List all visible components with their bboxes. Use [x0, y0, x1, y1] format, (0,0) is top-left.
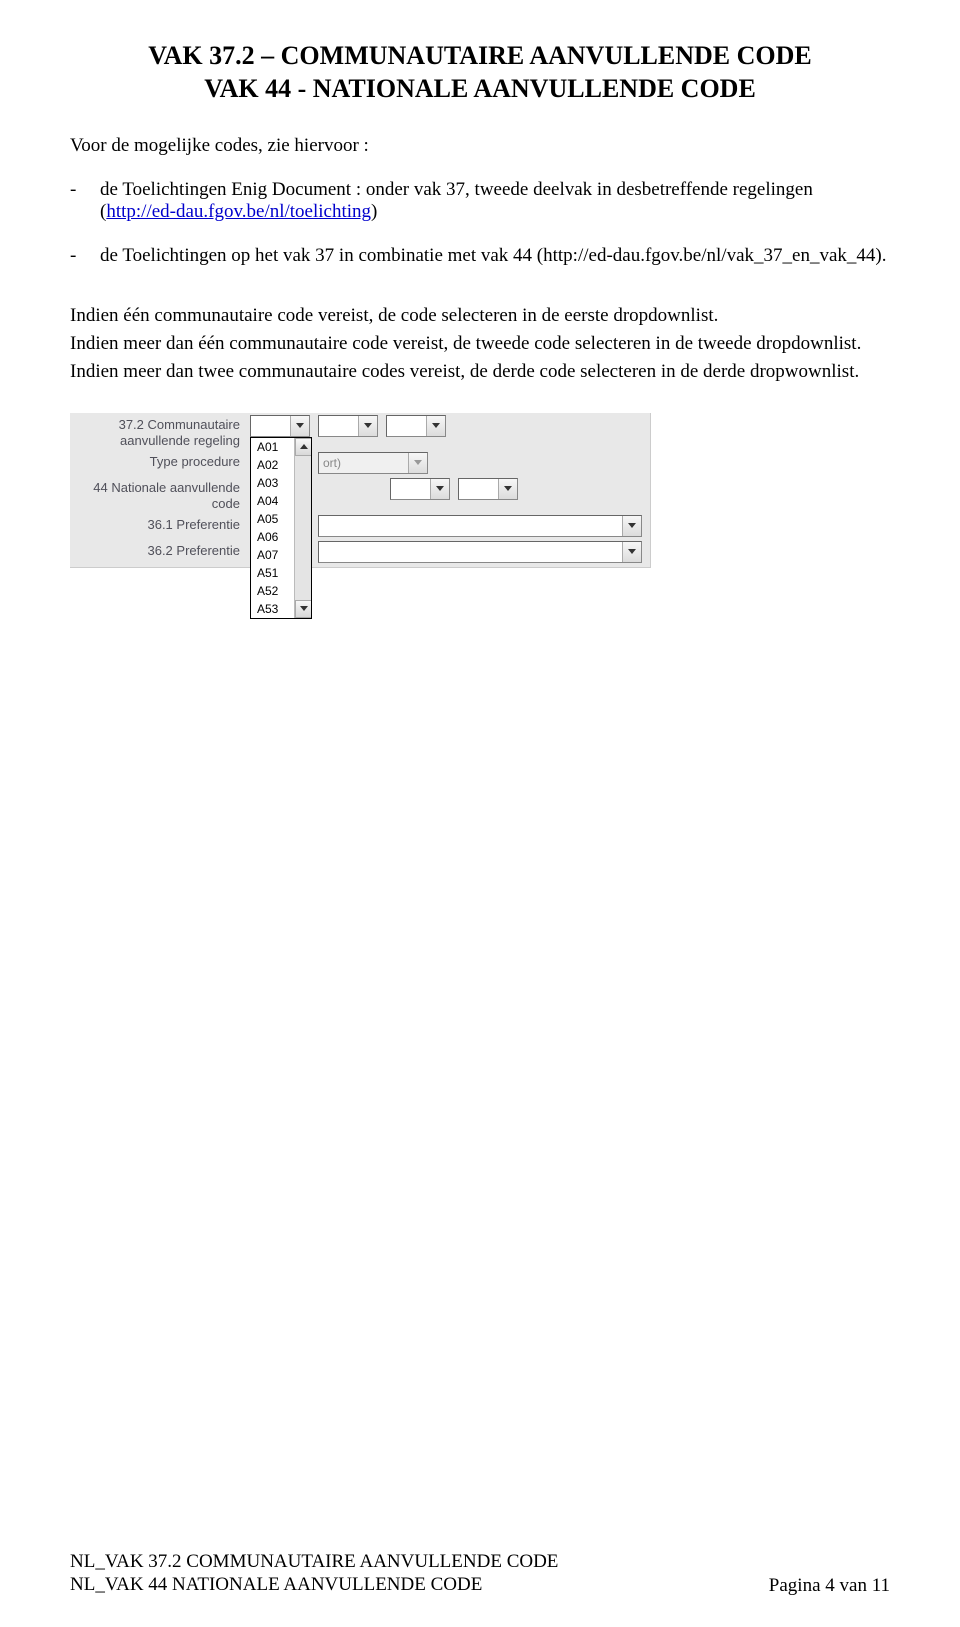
- bullet-item: - de Toelichtingen Enig Document : onder…: [70, 179, 890, 223]
- page-footer: NL_VAK 37.2 COMMUNAUTAIRE AANVULLENDE CO…: [70, 1550, 890, 1598]
- paragraph: Indien één communautaire code vereist, d…: [70, 305, 890, 327]
- dropdown-37-2-a[interactable]: A01 A02 A03 A04 A05 A06 A07 A51 A52 A53: [250, 415, 310, 437]
- title-line-2: VAK 44 - NATIONALE AANVULLENDE CODE: [70, 73, 890, 106]
- chevron-down-icon: [498, 479, 517, 499]
- form-controls: A01 A02 A03 A04 A05 A06 A07 A51 A52 A53: [250, 415, 650, 437]
- bullet-suffix: ): [371, 201, 377, 222]
- dropdown-44-a[interactable]: [390, 478, 450, 500]
- bullet-dash: -: [70, 245, 100, 267]
- chevron-down-icon: [408, 453, 427, 473]
- chevron-down-icon: [426, 416, 445, 436]
- form-row-type-procedure: Type procedure ort): [70, 450, 650, 476]
- scroll-up-icon[interactable]: [295, 438, 311, 456]
- bullet-item: - de Toelichtingen op het vak 37 in comb…: [70, 245, 890, 267]
- scrollbar[interactable]: [294, 438, 311, 618]
- form-row-37-2: 37.2 Communautaire aanvullende regeling: [70, 413, 650, 450]
- bullet-text: de Toelichtingen op het vak 37 in combin…: [100, 245, 890, 267]
- dropdown-37-2-b[interactable]: [318, 415, 378, 437]
- form-screenshot: 37.2 Communautaire aanvullende regeling: [70, 413, 651, 568]
- dropdown-36-1[interactable]: [318, 515, 642, 537]
- dropdown-44-b[interactable]: [458, 478, 518, 500]
- chevron-down-icon: [358, 416, 377, 436]
- scroll-track[interactable]: [295, 456, 311, 600]
- form-row-44: 44 Nationale aanvullende code: [70, 476, 650, 513]
- footer-line-1: NL_VAK 37.2 COMMUNAUTAIRE AANVULLENDE CO…: [70, 1550, 558, 1574]
- toelichting-link[interactable]: http://ed-dau.fgov.be/nl/toelichting: [106, 201, 371, 222]
- scroll-down-icon[interactable]: [295, 600, 311, 618]
- form-row-36-2: 36.2 Preferentie: [70, 539, 650, 567]
- form-label: 36.2 Preferentie: [70, 541, 250, 559]
- bullet-text: de Toelichtingen Enig Document : onder v…: [100, 179, 890, 223]
- dropdown-36-2[interactable]: [318, 541, 642, 563]
- bullet-dash: -: [70, 179, 100, 223]
- dropdown-text: ort): [319, 456, 408, 470]
- footer-left: NL_VAK 37.2 COMMUNAUTAIRE AANVULLENDE CO…: [70, 1550, 558, 1598]
- intro-text: Voor de mogelijke codes, zie hiervoor :: [70, 135, 890, 157]
- bullet-prefix: de Toelichtingen op het vak 37 in combin…: [100, 245, 886, 266]
- form-row-36-1: 36.1 Preferentie: [70, 513, 650, 539]
- chevron-down-icon: [430, 479, 449, 499]
- chevron-down-icon: [290, 416, 309, 436]
- form-label: 37.2 Communautaire aanvullende regeling: [70, 415, 250, 448]
- title-line-1: VAK 37.2 – COMMUNAUTAIRE AANVULLENDE COD…: [70, 40, 890, 73]
- paragraph: Indien meer dan twee communautaire codes…: [70, 361, 890, 383]
- footer-page-number: Pagina 4 van 11: [769, 1575, 890, 1597]
- chevron-down-icon: [622, 542, 641, 562]
- chevron-down-icon: [622, 516, 641, 536]
- dropdown-list[interactable]: A01 A02 A03 A04 A05 A06 A07 A51 A52 A53: [250, 437, 312, 619]
- bullet-list: - de Toelichtingen Enig Document : onder…: [70, 179, 890, 267]
- dropdown-37-2-c[interactable]: [386, 415, 446, 437]
- footer-line-2: NL_VAK 44 NATIONALE AANVULLENDE CODE: [70, 1573, 558, 1597]
- dropdown-type-procedure[interactable]: ort): [318, 452, 428, 474]
- form-label: 36.1 Preferentie: [70, 515, 250, 533]
- form-label: 44 Nationale aanvullende code: [70, 478, 250, 511]
- form-label: Type procedure: [70, 452, 250, 470]
- page-title: VAK 37.2 – COMMUNAUTAIRE AANVULLENDE COD…: [70, 40, 890, 105]
- paragraph: Indien meer dan één communautaire code v…: [70, 333, 890, 355]
